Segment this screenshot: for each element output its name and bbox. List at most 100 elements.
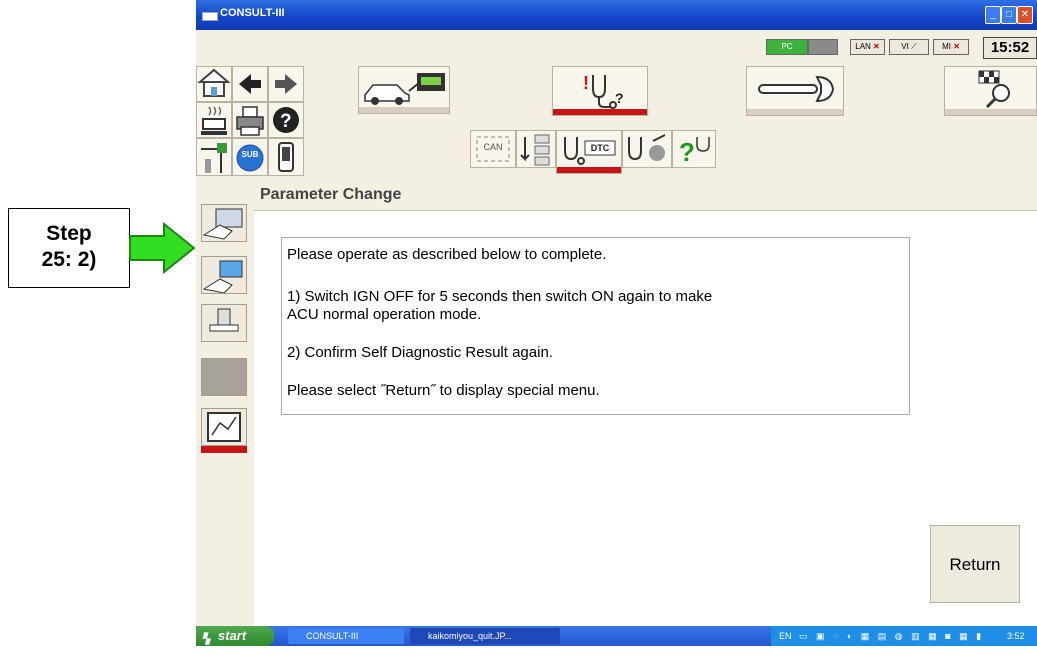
app-icon bbox=[202, 12, 218, 21]
help-button[interactable]: ? bbox=[268, 102, 304, 138]
phone-device-icon bbox=[278, 142, 294, 172]
message-line-5: Please select ˝Return˝ to display specia… bbox=[287, 382, 600, 399]
support-diagnosis-button[interactable]: ? bbox=[672, 130, 716, 168]
content-area: Parameter Change Please operate as descr… bbox=[254, 180, 1037, 626]
dtc-label: DTC bbox=[590, 143, 610, 153]
maximize-button[interactable]: □ bbox=[1001, 6, 1017, 24]
dtc-selected-underline bbox=[557, 167, 621, 173]
help-icon: ? bbox=[273, 107, 299, 133]
forward-button[interactable] bbox=[268, 66, 304, 102]
screen-adjust-icon bbox=[201, 143, 227, 173]
main-body: Parameter Change Please operate as descr… bbox=[196, 180, 1037, 626]
lan-error-icon: ✕ bbox=[873, 42, 880, 51]
close-button[interactable]: ✕ bbox=[1017, 6, 1033, 24]
message-box: Please operate as described below to com… bbox=[281, 237, 910, 415]
arrow-left-icon bbox=[239, 74, 261, 94]
clock-display: 15:52 bbox=[983, 37, 1037, 59]
sub-label: SUB bbox=[241, 150, 259, 159]
system-tray: EN ▭ ▣ ◌ ◐ ▦ ▤ ◍ ▥ ▦ ◙ ▦ ▮ 3:52 PM bbox=[771, 626, 1037, 661]
wrench-icon bbox=[758, 75, 835, 103]
work-support-button[interactable] bbox=[746, 66, 844, 116]
svg-text:?: ? bbox=[679, 137, 695, 167]
can-label: CAN bbox=[483, 142, 503, 152]
start-label: start bbox=[218, 628, 247, 643]
svg-text:?: ? bbox=[280, 111, 292, 132]
self-diagnosis-dtc-button[interactable]: DTC bbox=[556, 130, 622, 174]
question-stethoscope-icon: ? bbox=[679, 137, 710, 167]
vi-status-indicator: VI ⟋ bbox=[889, 39, 929, 55]
diagnosis-selected-underline bbox=[553, 109, 647, 115]
lan-status-indicator: LAN ✕ bbox=[850, 39, 885, 55]
window-title: CONSULT-III bbox=[220, 7, 285, 19]
printer-icon bbox=[236, 106, 264, 136]
coffee-cup-icon bbox=[201, 106, 227, 135]
message-line-1: Please operate as described below to com… bbox=[287, 246, 607, 263]
home-button[interactable] bbox=[196, 66, 232, 102]
pc-status-indicator: PC bbox=[766, 39, 808, 55]
back-button[interactable] bbox=[232, 66, 268, 102]
pc-link-indicator bbox=[808, 39, 838, 55]
start-button[interactable]: ▚ start bbox=[196, 626, 274, 646]
special-underline bbox=[945, 109, 1036, 115]
windows-flag-icon: ▚ bbox=[202, 634, 210, 645]
language-indicator[interactable]: EN bbox=[779, 626, 792, 646]
print-button[interactable] bbox=[232, 102, 268, 138]
diagnosis-button[interactable]: ! ? bbox=[552, 66, 648, 116]
callout-line2: 25: 2) bbox=[41, 248, 97, 271]
home-icon bbox=[197, 68, 231, 97]
message-line-2: 1) Switch IGN OFF for 5 seconds then swi… bbox=[287, 288, 713, 305]
page-title: Parameter Change bbox=[260, 186, 402, 203]
message-line-3: ACU normal operation mode. bbox=[287, 306, 482, 323]
hand-dtc-icon bbox=[202, 260, 243, 294]
vi-link-icon: ⟋ bbox=[911, 42, 917, 51]
main-toolbar: ! ? ? SUB CAN DTC ? bbox=[196, 62, 1037, 180]
display-adjust-button[interactable] bbox=[196, 138, 232, 176]
sidebar-item-dtc[interactable] bbox=[201, 256, 247, 294]
graph-window-icon bbox=[207, 412, 241, 442]
return-button[interactable]: Return bbox=[930, 525, 1020, 603]
data-monitor-button[interactable] bbox=[622, 130, 672, 168]
sub-mode-button[interactable]: SUB bbox=[232, 138, 268, 176]
green-arrow-icon bbox=[129, 222, 196, 274]
ecu-tree-icon bbox=[520, 134, 550, 166]
taskbar-item-image[interactable]: kaikomiyou_quit.JP... bbox=[410, 628, 560, 644]
hand-card-icon bbox=[202, 208, 243, 240]
checkered-flag-icon bbox=[978, 70, 1010, 109]
vehicle-connection-button[interactable] bbox=[358, 66, 450, 114]
callout-line1: Step bbox=[46, 222, 92, 245]
mi-status-indicator: MI ✕ bbox=[933, 39, 969, 55]
minimize-button[interactable]: _ bbox=[985, 6, 1001, 24]
tray-clock: 3:52 PM bbox=[1007, 631, 1025, 661]
sidebar-item-seat[interactable] bbox=[201, 304, 247, 342]
ecu-select-button[interactable] bbox=[516, 130, 556, 168]
vi-label: VI bbox=[901, 42, 909, 51]
sidebar-item-blank[interactable] bbox=[201, 358, 247, 396]
left-sidebar bbox=[196, 180, 254, 626]
status-bar: PC LAN ✕ VI ⟋ MI ✕ 15:52 bbox=[196, 30, 1037, 62]
heater-button[interactable] bbox=[196, 102, 232, 138]
lan-label: LAN bbox=[855, 42, 871, 51]
mi-label: MI bbox=[942, 42, 951, 51]
stethoscope-question-icon: ! ? bbox=[583, 73, 624, 109]
message-line-4: 2) Confirm Self Diagnostic Result again. bbox=[287, 344, 553, 361]
page-header: Parameter Change bbox=[254, 180, 1037, 211]
taskbar: ▚ start CONSULT-III kaikomiyou_quit.JP..… bbox=[196, 626, 1037, 661]
tray-icons: ▭ ▣ ◌ ◐ ▦ ▤ ◍ ▥ ▦ ◙ ▦ ▮ bbox=[799, 631, 985, 641]
can-diagnosis-button[interactable]: CAN bbox=[470, 130, 516, 168]
special-function-button[interactable] bbox=[944, 66, 1037, 116]
device-button[interactable] bbox=[268, 138, 304, 176]
seat-icon bbox=[209, 308, 239, 332]
step-callout: Step 25: 2) bbox=[8, 208, 130, 288]
sidebar-item-connect[interactable] bbox=[201, 204, 247, 242]
sidebar-item-graph[interactable] bbox=[201, 408, 247, 446]
vehicle-underline bbox=[359, 107, 449, 113]
mi-error-icon: ✕ bbox=[953, 42, 960, 51]
work-support-underline bbox=[747, 109, 843, 115]
car-ecu-icon bbox=[364, 73, 445, 105]
arrow-right-icon bbox=[275, 74, 297, 94]
consult-window: CONSULT-III _ □ ✕ PC LAN ✕ VI ⟋ MI ✕ 15:… bbox=[196, 0, 1037, 646]
stethoscope-monitor-icon bbox=[628, 134, 666, 161]
title-bar: CONSULT-III _ □ ✕ bbox=[196, 0, 1037, 30]
taskbar-item-consult[interactable]: CONSULT-III bbox=[288, 628, 404, 644]
svg-text:?: ? bbox=[615, 90, 624, 106]
